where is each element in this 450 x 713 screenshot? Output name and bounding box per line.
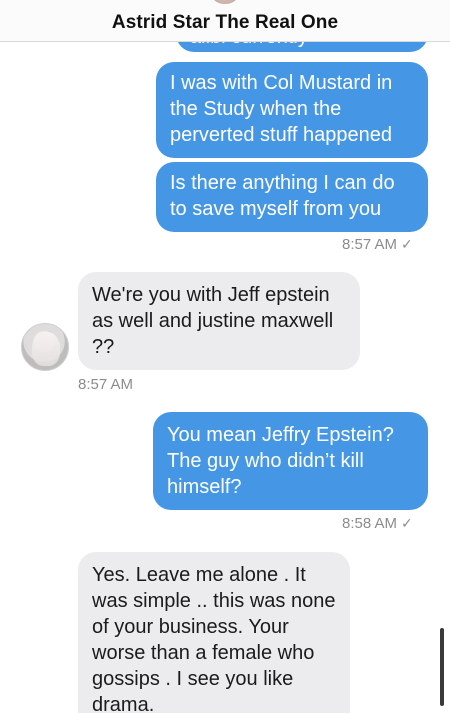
message-timestamp: 8:58 AM ✓ [342, 515, 413, 532]
timestamp-text: 8:58 AM [342, 515, 398, 532]
chat-header: Astrid Star The Real One [0, 0, 450, 42]
incoming-message[interactable]: We're you with Jeff epstein as well and … [78, 272, 360, 370]
message-text: You mean Jeffry Epstein? The guy who did… [167, 424, 394, 498]
outgoing-message[interactable]: Is there anything I can do to save mysel… [156, 162, 428, 232]
scrollbar[interactable] [440, 628, 444, 706]
message-text: I was with Col Mustard in the Study when… [170, 72, 393, 146]
chat-screen: Astrid Star The Real One alibi currently… [0, 0, 450, 713]
incoming-message[interactable]: Yes. Leave me alone . It was simple .. t… [78, 552, 350, 713]
read-receipt-icon: ✓ [401, 236, 413, 252]
timestamp-text: 8:57 AM [78, 376, 134, 393]
message-text: Is there anything I can do to save mysel… [170, 172, 395, 220]
message-timestamp: 8:57 AM [78, 376, 133, 393]
outgoing-message[interactable]: You mean Jeffry Epstein? The guy who did… [153, 412, 428, 510]
chat-title[interactable]: Astrid Star The Real One [0, 12, 450, 34]
timestamp-text: 8:57 AM [342, 236, 398, 253]
message-text: Yes. Leave me alone . It was simple .. t… [92, 564, 336, 713]
outgoing-message[interactable]: I was with Col Mustard in the Study when… [156, 62, 428, 158]
contact-avatar[interactable] [21, 323, 69, 371]
message-timestamp: 8:57 AM ✓ [342, 236, 413, 253]
message-text: We're you with Jeff epstein as well and … [92, 284, 334, 358]
header-avatar[interactable] [212, 0, 238, 4]
read-receipt-icon: ✓ [401, 515, 413, 531]
